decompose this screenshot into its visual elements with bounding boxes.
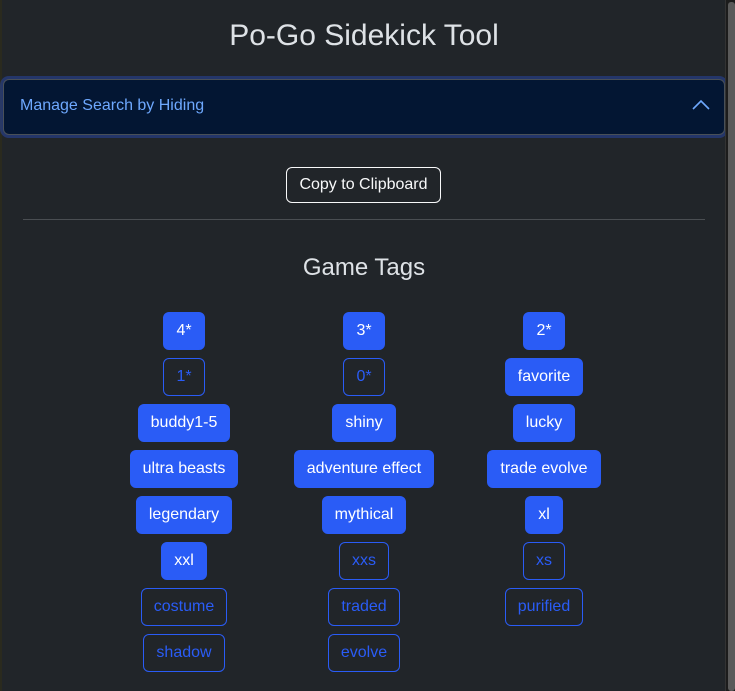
tag-button[interactable]: lucky <box>512 404 576 442</box>
tag-button[interactable]: shadow <box>143 634 225 672</box>
tag-button[interactable]: purified <box>504 588 584 626</box>
tag-button[interactable]: mythical <box>321 496 407 534</box>
accordion-label: Manage Search by Hiding <box>20 97 205 114</box>
tag-button[interactable]: traded <box>328 588 400 626</box>
manage-search-accordion-header[interactable]: Manage Search by Hiding <box>3 79 725 135</box>
tag-button[interactable]: 4* <box>163 312 205 350</box>
tag-button[interactable]: xs <box>523 542 565 580</box>
page-title: Po-Go Sidekick Tool <box>229 19 499 52</box>
tag-button[interactable]: buddy1-5 <box>137 404 231 442</box>
tag-button[interactable]: 2* <box>523 312 565 350</box>
tag-button[interactable]: shiny <box>332 404 396 442</box>
tag-button[interactable]: ultra beasts <box>129 450 239 488</box>
scrollbar-thumb[interactable] <box>728 2 735 691</box>
tag-button[interactable]: favorite <box>504 358 584 396</box>
game-tags-grid: 4* 1* buddy1-5 ultra beasts legendary xxl cost… <box>94 312 634 672</box>
divider <box>23 219 705 220</box>
tag-button[interactable]: costume <box>140 588 228 626</box>
tag-button[interactable]: xl <box>525 496 563 534</box>
tag-column-2: 3* 0* shiny adventure effect mythical xxs trad… <box>274 312 454 672</box>
tag-button[interactable]: xxs <box>339 542 389 580</box>
tag-button[interactable]: 0* <box>343 358 385 396</box>
tag-button[interactable]: evolve <box>327 634 401 672</box>
page: Po-Go Sidekick Tool Manage Search by Hid… <box>3 0 725 691</box>
copy-to-clipboard-button[interactable]: Copy to Clipboard <box>286 167 441 203</box>
tag-button[interactable]: trade evolve <box>487 450 601 488</box>
window-edge <box>0 0 2 691</box>
tag-button[interactable]: 3* <box>343 312 385 350</box>
game-tags-title: Game Tags <box>302 254 426 281</box>
tag-button[interactable]: xxl <box>161 542 207 580</box>
tag-column-3: 2* favorite lucky trade evolve xl xs purified <box>454 312 634 672</box>
tag-column-1: 4* 1* buddy1-5 ultra beasts legendary xxl cost… <box>94 312 274 672</box>
chevron-up-icon <box>692 98 710 112</box>
scrollbar[interactable] <box>725 0 735 691</box>
tag-button[interactable]: adventure effect <box>293 450 435 488</box>
tag-button[interactable]: legendary <box>135 496 233 534</box>
tag-button[interactable]: 1* <box>163 358 205 396</box>
